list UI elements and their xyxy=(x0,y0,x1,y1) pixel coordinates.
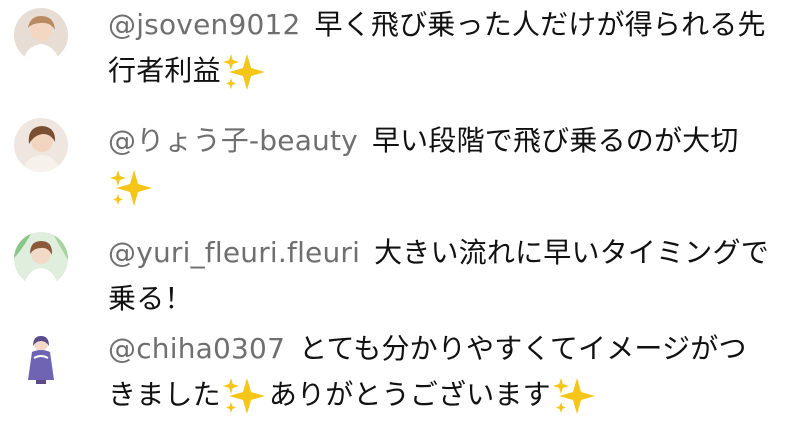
comment-text: @yuri_fleuri.fleuri 大きい流れに早いタイミングで 乗る！ xyxy=(108,230,782,322)
sparkles-icon xyxy=(222,52,267,92)
comment-text: @chiha0307 とても分かりやすくてイメージがつ きました ありがとうござい… xyxy=(108,326,782,418)
comment-author[interactable]: @chiha0307 xyxy=(108,332,285,365)
sparkles-icon xyxy=(110,168,154,208)
avatar[interactable] xyxy=(14,332,68,386)
comment-body: 大きい流れに早いタイミングで xyxy=(374,236,769,269)
comment-author[interactable]: @jsoven9012 xyxy=(108,8,301,41)
comment-body-continued: 行者利益 xyxy=(108,54,221,87)
comment-list: @jsoven9012 早く飛び乗った人だけが得られる先 行者利益 @りょう子-b… xyxy=(0,0,800,425)
comment-text: @りょう子-beauty 早い段階で飛び乗るのが大切 xyxy=(108,118,782,210)
avatar[interactable] xyxy=(14,8,68,62)
sparkles-icon xyxy=(222,376,267,416)
comment-body-continued: きました xyxy=(108,378,221,411)
comment-body: とても分かりやすくてイメージがつ xyxy=(299,332,747,365)
comment-body: 早く飛び乗った人だけが得られる先 xyxy=(314,8,766,41)
sparkles-icon xyxy=(552,376,597,416)
avatar[interactable] xyxy=(14,118,68,172)
comment-body: 早い段階で飛び乗るのが大切 xyxy=(371,124,739,157)
comment-author[interactable]: @yuri_fleuri.fleuri xyxy=(108,236,360,269)
comment-author[interactable]: @りょう子-beauty xyxy=(108,124,358,157)
avatar[interactable] xyxy=(14,232,68,286)
comment-body-continued: ありがとうございます xyxy=(268,378,551,411)
comment-text: @jsoven9012 早く飛び乗った人だけが得られる先 行者利益 xyxy=(108,2,782,94)
comment-body-continued: 乗る！ xyxy=(108,282,193,315)
